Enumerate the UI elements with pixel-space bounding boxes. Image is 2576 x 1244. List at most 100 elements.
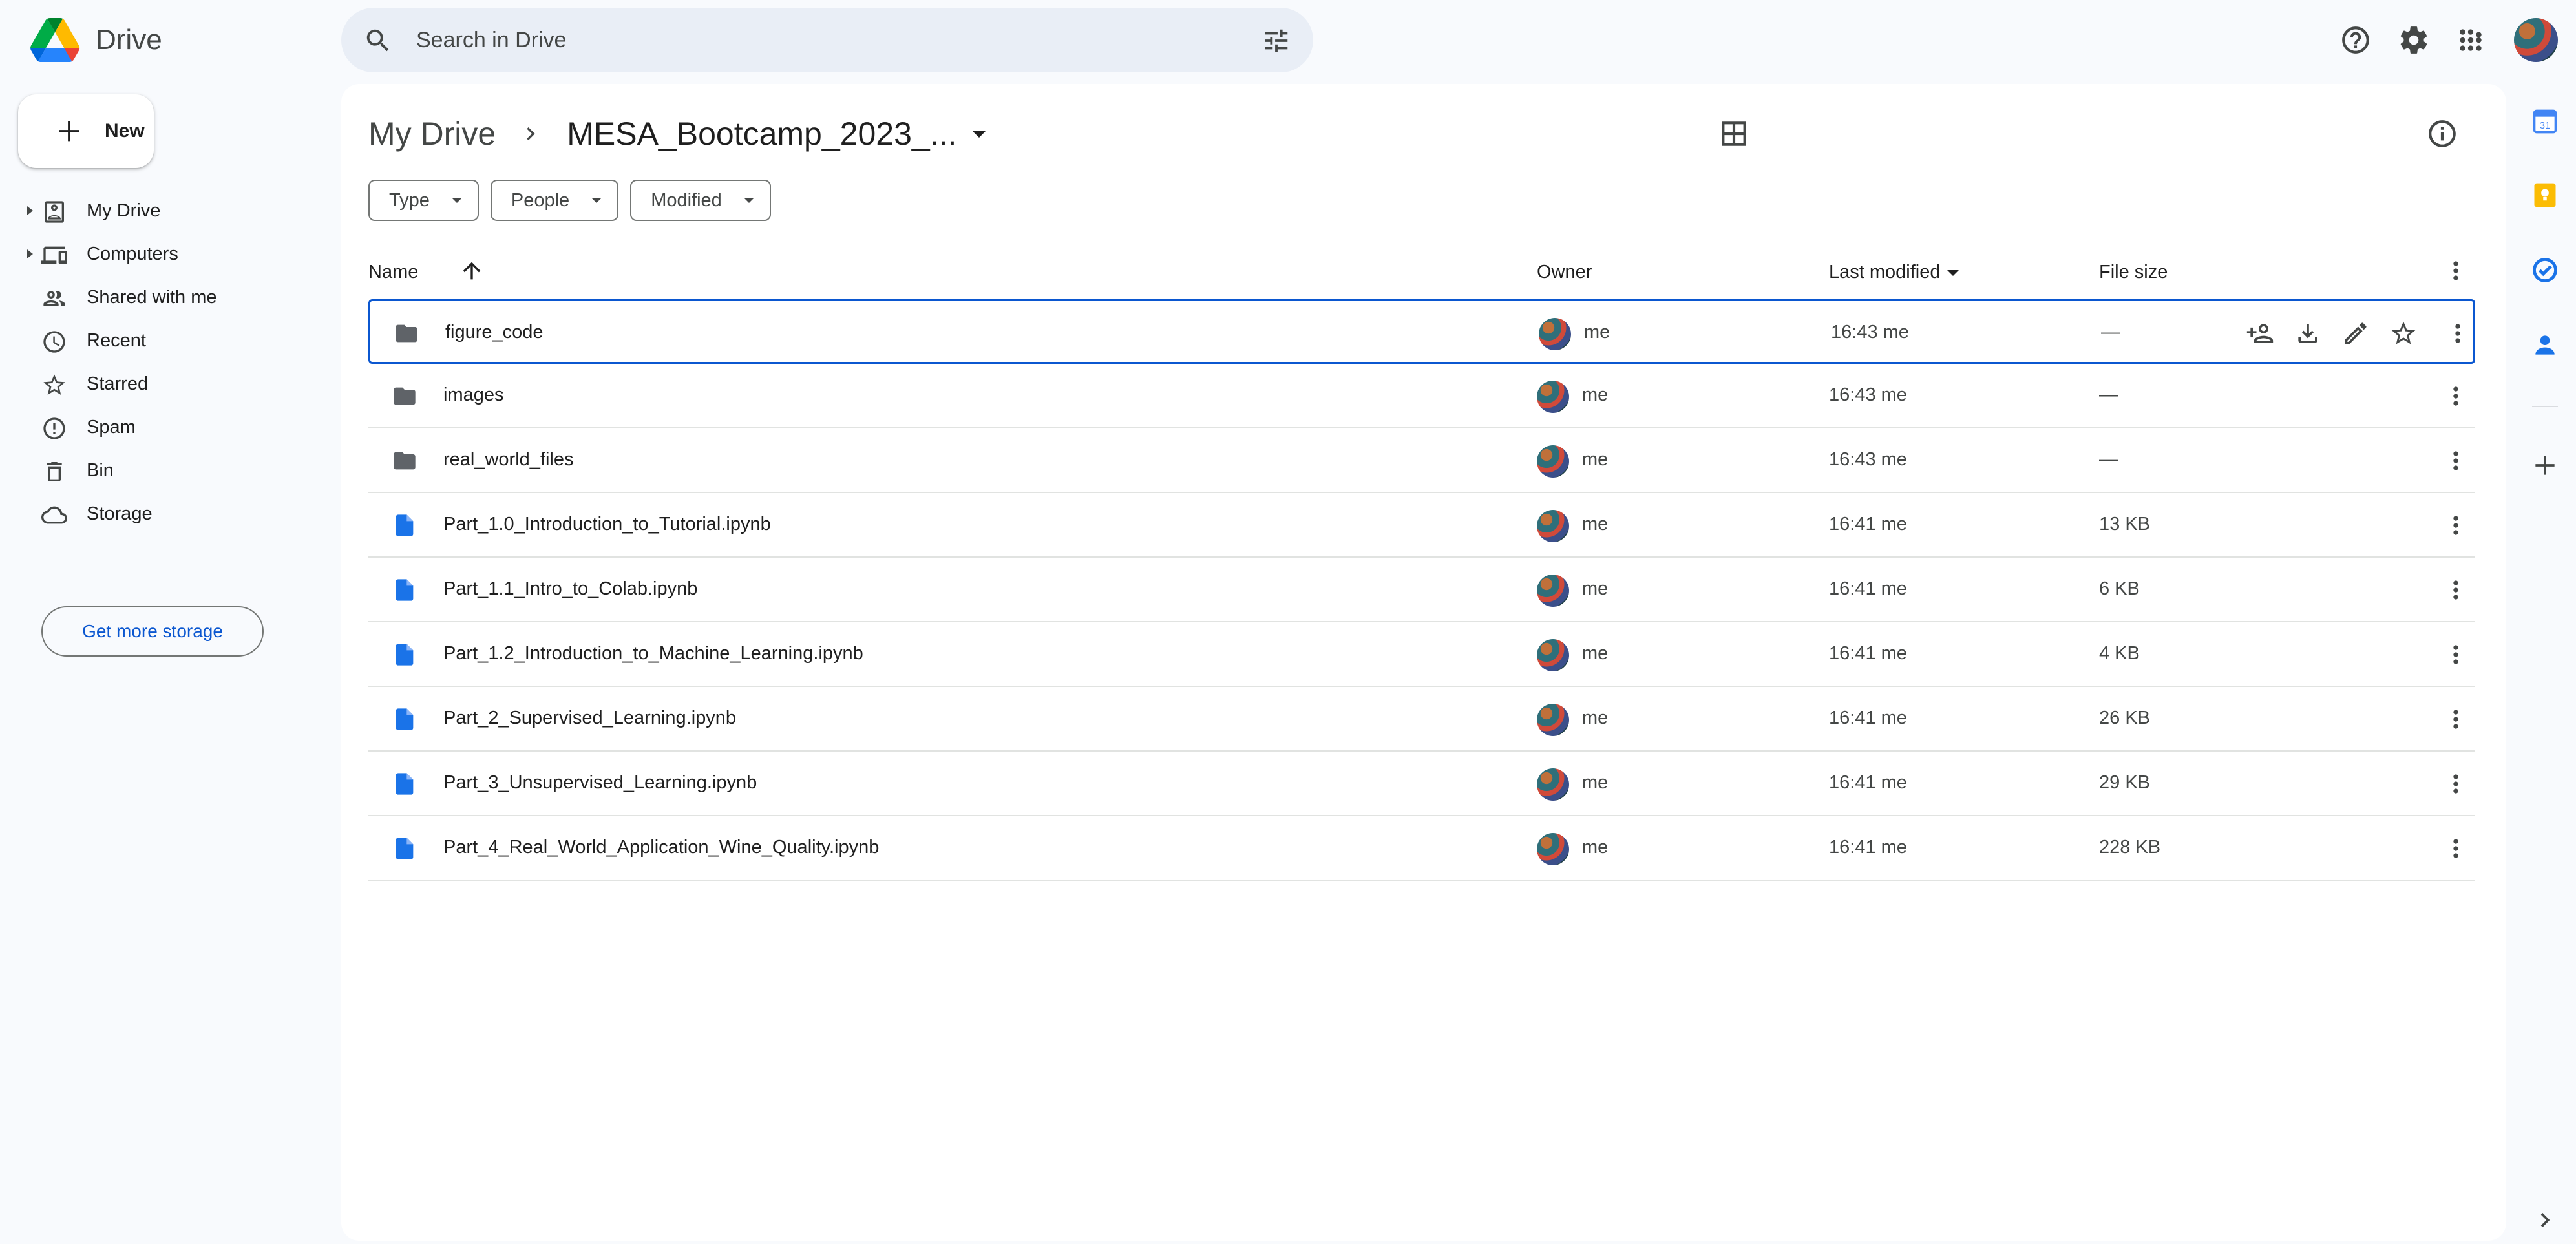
file-size-text: —	[2099, 385, 2118, 405]
expand-caret-icon[interactable]	[27, 206, 33, 215]
info-icon[interactable]	[2426, 118, 2458, 150]
chip-label: Type	[389, 189, 430, 211]
more-vert-icon[interactable]	[2442, 834, 2470, 863]
row-quick-actions	[2246, 319, 2418, 348]
account-avatar[interactable]	[2514, 18, 2558, 62]
last-modified-text: 16:43 me	[1831, 322, 1909, 343]
last-modified-text: 16:41 me	[1829, 837, 1907, 858]
file-name[interactable]: Part_2_Supervised_Learning.ipynb	[443, 708, 736, 729]
sidebar-item-bin[interactable]: Bin	[0, 449, 323, 492]
folder-icon	[394, 387, 416, 405]
contacts-icon[interactable]	[2531, 331, 2559, 359]
last-modified-text: 16:41 me	[1829, 708, 1907, 728]
search-bar[interactable]: Search in Drive	[341, 8, 1313, 72]
file-name[interactable]: images	[443, 385, 504, 406]
column-header-name[interactable]: Name	[368, 262, 418, 283]
add-addon-plus-icon[interactable]	[2531, 451, 2559, 480]
table-row[interactable]: Part_1.2_Introduction_to_Machine_Learnin…	[368, 622, 2475, 687]
sidebar-item-starred[interactable]: Starred	[0, 363, 323, 406]
table-row[interactable]: images me 16:43 me —	[368, 364, 2475, 428]
table-row[interactable]: Part_4_Real_World_Application_Wine_Quali…	[368, 816, 2475, 881]
search-input[interactable]: Search in Drive	[416, 28, 566, 53]
tasks-icon[interactable]	[2531, 256, 2559, 284]
more-vert-icon[interactable]	[2444, 319, 2472, 348]
rename-pencil-icon[interactable]	[2341, 319, 2370, 348]
star-outline-icon[interactable]	[2389, 319, 2418, 348]
file-name[interactable]: Part_1.2_Introduction_to_Machine_Learnin…	[443, 643, 863, 664]
app-name: Drive	[96, 24, 162, 56]
download-icon[interactable]	[2294, 319, 2322, 348]
my-drive-icon	[45, 201, 64, 223]
main-panel: My Drive MESA_Bootcamp_2023_... Type Peo…	[341, 84, 2506, 1241]
column-header-file-size[interactable]: File size	[2099, 262, 2168, 283]
sidebar-item-recent[interactable]: Recent	[0, 319, 323, 363]
share-person-add-icon[interactable]	[2246, 319, 2274, 348]
table-row[interactable]: Part_3_Unsupervised_Learning.ipynb me 16:4…	[368, 752, 2475, 816]
apps-grid-icon[interactable]	[2455, 24, 2487, 56]
file-name[interactable]: Part_4_Real_World_Application_Wine_Quali…	[443, 837, 879, 858]
sidebar-item-shared-with-me[interactable]: Shared with me	[0, 276, 323, 319]
table-row[interactable]: figure_code me 16:43 me —	[368, 299, 2475, 364]
keep-notes-icon[interactable]	[2531, 181, 2559, 209]
breadcrumb-my-drive[interactable]: My Drive	[368, 115, 496, 153]
more-vert-icon[interactable]	[2442, 770, 2470, 798]
sidebar-item-computers[interactable]: Computers	[0, 233, 323, 276]
grid-view-icon[interactable]	[1718, 118, 1750, 150]
file-name[interactable]: Part_1.0_Introduction_to_Tutorial.ipynb	[443, 514, 771, 535]
drive-logo[interactable]: Drive	[30, 18, 162, 62]
chevron-right-icon[interactable]	[2531, 1206, 2559, 1234]
sidebar-item-my-drive[interactable]: My Drive	[0, 189, 323, 233]
sidebar-item-label: Storage	[87, 503, 153, 524]
column-header-owner[interactable]: Owner	[1537, 262, 1592, 283]
more-vert-icon[interactable]	[2442, 447, 2470, 475]
more-vert-icon[interactable]	[2442, 705, 2470, 733]
file-size-text: 228 KB	[2099, 837, 2161, 858]
get-more-storage-button[interactable]: Get more storage	[41, 606, 264, 657]
table-row[interactable]: Part_1.1_Intro_to_Colab.ipynb me 16:41 me 6…	[368, 558, 2475, 622]
table-row[interactable]: real_world_files me 16:43 me —	[368, 428, 2475, 493]
more-vert-icon[interactable]	[2442, 382, 2470, 410]
sidebar-item-label: Recent	[87, 330, 146, 351]
settings-gear-icon[interactable]	[2398, 24, 2430, 56]
sidebar-item-label: Shared with me	[87, 287, 217, 308]
cloud-icon	[41, 506, 67, 524]
file-size-text: —	[2101, 322, 2120, 343]
search-options-icon[interactable]	[1262, 26, 1291, 56]
table-row[interactable]: Part_1.0_Introduction_to_Tutorial.ipynb m…	[368, 493, 2475, 558]
more-vert-icon[interactable]	[2442, 257, 2470, 285]
calendar-icon[interactable]: 31	[2531, 107, 2559, 136]
filter-type-chip[interactable]: Type	[368, 180, 479, 221]
svg-text:31: 31	[2540, 121, 2550, 131]
more-vert-icon[interactable]	[2442, 576, 2470, 604]
help-icon[interactable]	[2339, 24, 2372, 56]
file-name[interactable]: figure_code	[445, 322, 544, 343]
more-vert-icon[interactable]	[2442, 511, 2470, 540]
sidebar-item-label: Starred	[87, 374, 149, 394]
column-header-last-modified[interactable]: Last modified	[1829, 262, 1959, 283]
owner-avatar	[1537, 381, 1569, 413]
filter-modified-chip[interactable]: Modified	[630, 180, 771, 221]
clock-icon	[43, 331, 65, 353]
last-modified-text: 16:43 me	[1829, 449, 1907, 470]
file-name[interactable]: real_world_files	[443, 449, 574, 470]
search-icon[interactable]	[363, 26, 393, 56]
expand-caret-icon[interactable]	[27, 249, 33, 258]
sidebar-item-spam[interactable]: Spam	[0, 406, 323, 449]
sidebar-item-label: Bin	[87, 460, 114, 481]
owner-text: me	[1582, 449, 1609, 470]
folder-menu-dropdown-icon[interactable]	[972, 130, 987, 138]
file-name[interactable]: Part_3_Unsupervised_Learning.ipynb	[443, 772, 757, 794]
sidebar-item-storage[interactable]: Storage	[0, 492, 323, 536]
file-name[interactable]: Part_1.1_Intro_to_Colab.ipynb	[443, 578, 697, 600]
new-button[interactable]: New	[18, 94, 154, 168]
owner-avatar	[1537, 510, 1569, 542]
more-vert-icon[interactable]	[2442, 640, 2470, 669]
sort-ascending-arrow-icon[interactable]	[459, 258, 485, 284]
table-row[interactable]: Part_2_Supervised_Learning.ipynb me 16:41 …	[368, 687, 2475, 752]
owner-avatar	[1537, 704, 1569, 736]
breadcrumb-current-folder[interactable]: MESA_Bootcamp_2023_...	[567, 115, 956, 153]
owner-text: me	[1582, 708, 1609, 728]
last-modified-text: 16:43 me	[1829, 385, 1907, 405]
filter-people-chip[interactable]: People	[490, 180, 619, 221]
last-modified-text: 16:41 me	[1829, 643, 1907, 664]
